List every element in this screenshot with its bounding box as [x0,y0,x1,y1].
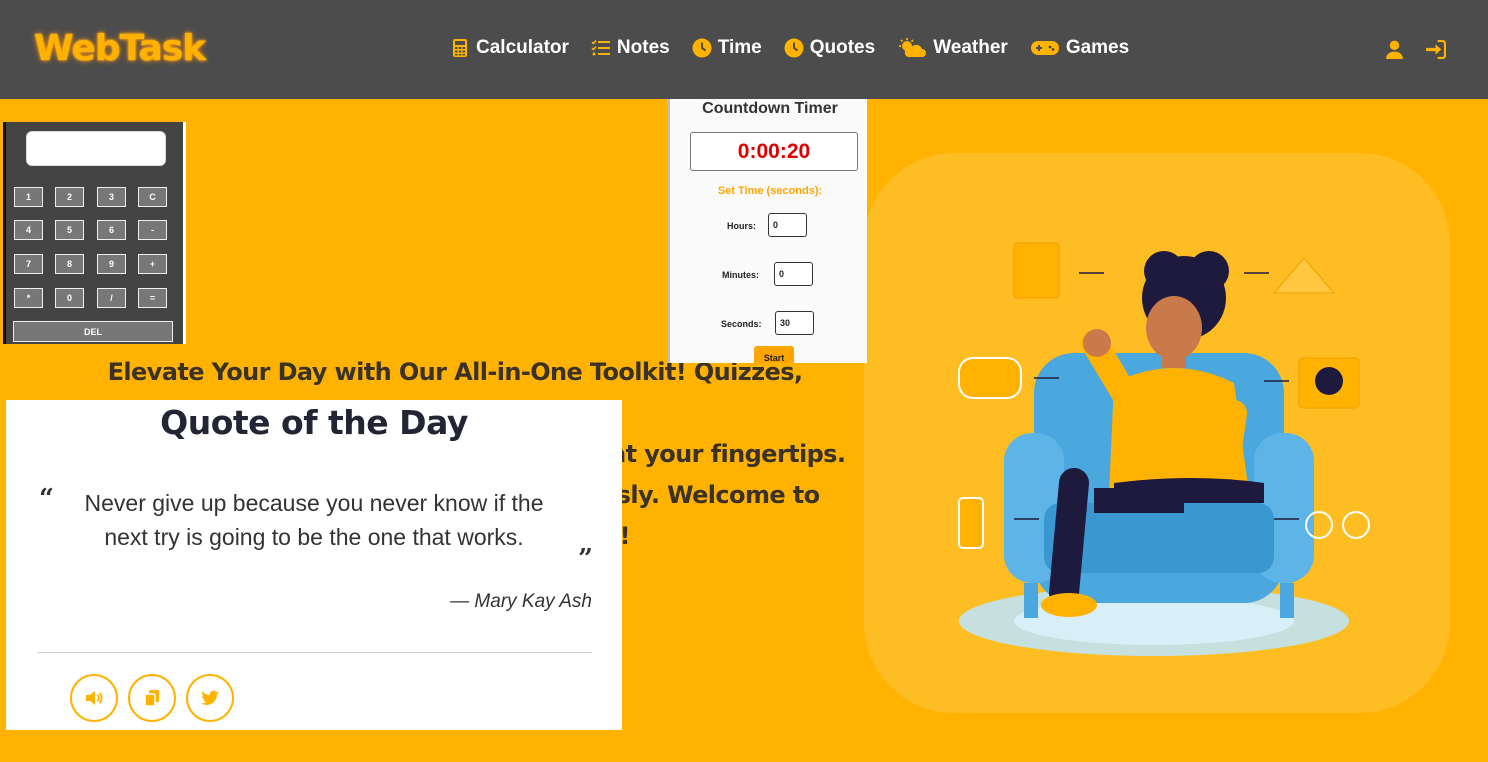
calc-key-8[interactable]: 8 [55,254,84,274]
volume-icon [86,691,103,705]
quote-author: — Mary Kay Ash [450,591,592,612]
calc-key-1[interactable]: 1 [14,187,43,207]
speak-button[interactable] [70,674,118,722]
clock-icon [784,38,804,58]
calculator-display[interactable] [26,131,166,166]
quote-title: Quote of the Day [160,403,468,442]
nav-time[interactable]: Time [692,37,762,59]
calc-key-6[interactable]: 6 [97,220,126,240]
minutes-input[interactable]: 0 [774,262,813,286]
gamepad-icon [1030,41,1059,55]
calc-key-3[interactable]: 3 [97,187,126,207]
hours-input[interactable]: 0 [768,213,807,237]
calc-delete-button[interactable]: DEL [13,321,173,342]
navbar: WebTask Calculator Notes Time Quotes Wea… [0,0,1488,99]
calc-key-equals[interactable]: = [138,288,167,308]
nav-games[interactable]: Games [1030,37,1129,59]
quote-open-icon: “ [39,484,54,514]
calc-key-clear[interactable]: C [138,187,167,207]
nav-notes[interactable]: Notes [591,37,670,59]
nav-links: Calculator Notes Time Quotes Weather Gam… [450,37,1129,59]
hours-label: Hours: [727,221,756,231]
calculator-icon [453,39,467,57]
nav-weather[interactable]: Weather [897,37,1008,59]
countdown-timer: Countdown Timer 0:00:20 Set Time (second… [667,99,867,363]
copy-icon [144,690,159,707]
logo[interactable]: WebTask [34,28,206,69]
quote-text: Never give up because you never know if … [84,490,544,550]
nav-calculator[interactable]: Calculator [450,37,569,59]
nav-weather-label: Weather [933,37,1008,58]
start-button[interactable]: Start [754,346,794,363]
list-icon [591,40,610,56]
hero-illustration [864,153,1450,713]
calc-key-divide[interactable]: / [97,288,126,308]
nav-quotes[interactable]: Quotes [784,37,875,59]
calc-key-0[interactable]: 0 [55,288,84,308]
quote-card: Quote of the Day “ Never give up because… [6,400,622,730]
twitter-button[interactable] [186,674,234,722]
calc-key-7[interactable]: 7 [14,254,43,274]
twitter-icon [201,690,219,706]
timer-set-label: Set Time (seconds): [717,185,823,197]
nav-time-label: Time [717,37,762,58]
timer-display: 0:00:20 [690,132,858,171]
seconds-input[interactable]: 30 [775,311,814,335]
calc-key-9[interactable]: 9 [97,254,126,274]
calc-key-4[interactable]: 4 [14,220,43,240]
nav-right [1384,39,1446,60]
sign-in-icon[interactable] [1425,39,1446,60]
timer-title: Countdown Timer [702,100,838,117]
clock-icon [692,38,712,58]
quote-close-icon: ” [578,544,593,574]
calc-key-2[interactable]: 2 [55,187,84,207]
nav-quotes-label: Quotes [809,37,876,58]
copy-button[interactable] [128,674,176,722]
user-icon[interactable] [1384,39,1405,60]
nav-notes-label: Notes [616,37,670,58]
nav-calculator-label: Calculator [476,37,569,58]
calc-key-plus[interactable]: + [138,254,167,274]
cloud-sun-icon [899,38,927,57]
person-on-armchair-illustration [958,242,1370,656]
calc-key-minus[interactable]: - [138,220,167,240]
divider [38,652,592,653]
seconds-label: Seconds: [721,319,762,329]
calc-key-multiply[interactable]: * [14,288,43,308]
calculator: 1 2 3 C 4 5 6 - 7 8 9 + * 0 / = DEL [3,122,186,344]
nav-games-label: Games [1065,37,1130,58]
calc-key-5[interactable]: 5 [55,220,84,240]
minutes-label: Minutes: [722,270,759,280]
